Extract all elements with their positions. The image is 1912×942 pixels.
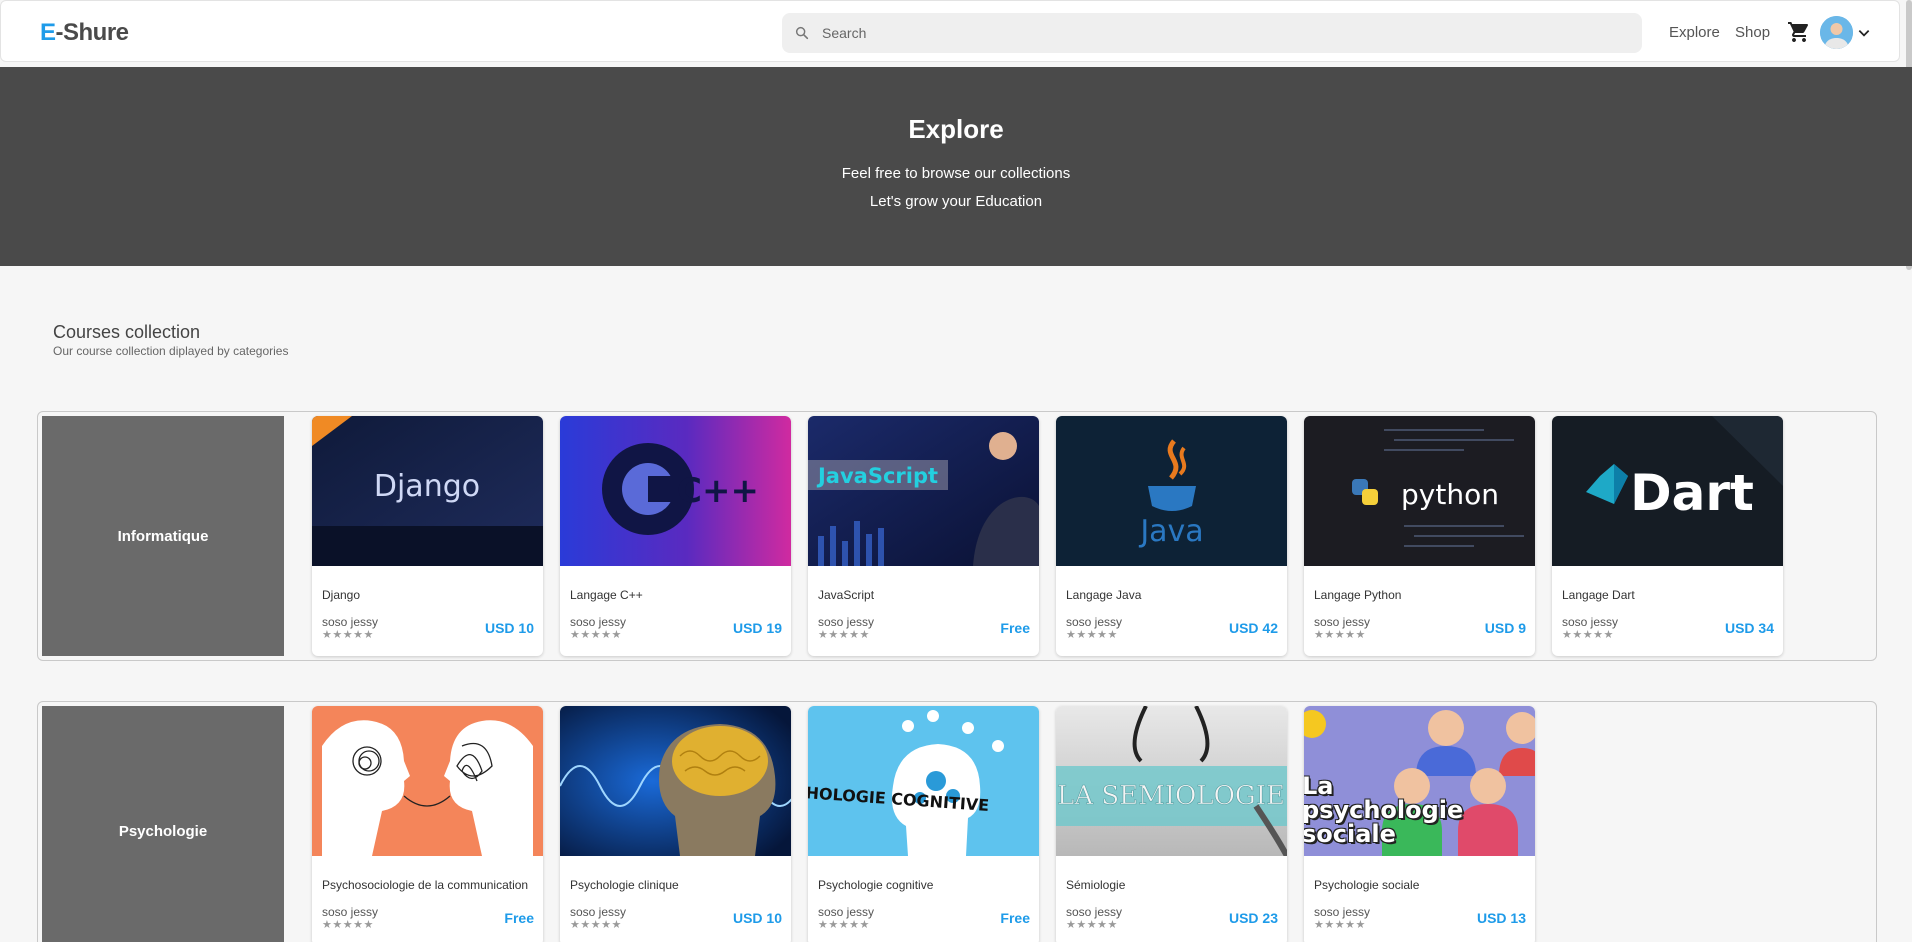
rating-stars: ★★★★★ — [1314, 629, 1366, 641]
course-title[interactable]: Langage Java — [1066, 588, 1141, 602]
course-title[interactable]: Psychosociologie de la communication — [322, 878, 528, 892]
rating-stars: ★★★★★ — [322, 629, 374, 641]
hero-subtitle-2: Let's grow your Education — [869, 193, 1043, 210]
rating-stars: ★★★★★ — [818, 919, 870, 931]
course-thumbnail: C++ — [560, 416, 791, 566]
course-price: USD 9 — [1484, 620, 1526, 636]
rating-stars: ★★★★★ — [322, 919, 374, 931]
thumb-text: JavaScript — [816, 464, 938, 488]
course-price: USD 42 — [1228, 620, 1278, 636]
course-author: soso jessy — [1314, 905, 1371, 919]
rating-stars: ★★★★★ — [1314, 919, 1366, 931]
course-title[interactable]: JavaScript — [818, 588, 874, 602]
course-author: soso jessy — [818, 615, 875, 629]
nav-shop-link[interactable]: Shop — [1735, 24, 1770, 41]
shopping-cart-icon[interactable] — [1787, 20, 1811, 44]
logo-accent: E — [40, 19, 56, 46]
rating-stars: ★★★★★ — [1066, 629, 1118, 641]
thumb-text: C++ — [677, 471, 759, 511]
hero-banner: Explore Feel free to browse our collecti… — [0, 67, 1912, 266]
thumb-text: Django — [374, 469, 480, 504]
rating-stars: ★★★★★ — [570, 919, 622, 931]
course-card[interactable]: python Langage Python soso jessy ★★★★★ U… — [1304, 416, 1535, 656]
category-row-psychologie: Psychologie Psychosociologie de la commu… — [37, 701, 1877, 942]
rating-stars: ★★★★★ — [1066, 919, 1118, 931]
thumb-text: Dart — [1630, 464, 1754, 522]
course-title[interactable]: Django — [322, 588, 360, 602]
course-price: USD 10 — [484, 620, 534, 636]
course-author: soso jessy — [1314, 615, 1371, 629]
course-price: Free — [1000, 910, 1030, 926]
course-thumbnail: python — [1304, 416, 1535, 566]
course-title[interactable]: Sémiologie — [1066, 878, 1125, 892]
course-card[interactable]: Django Django soso jessy ★★★★★ USD 10 — [312, 416, 543, 656]
search-icon — [795, 26, 809, 40]
hero-subtitle: Feel free to browse our collections — [841, 165, 1071, 182]
course-card[interactable]: LA SEMIOLOGIE Sémiologie soso jessy ★★★★… — [1056, 706, 1287, 942]
course-card[interactable]: Psychologie clinique soso jessy ★★★★★ US… — [560, 706, 791, 942]
course-price: USD 23 — [1228, 910, 1278, 926]
thumb-text: Java — [1138, 514, 1203, 549]
course-price: USD 34 — [1724, 620, 1774, 636]
category-row-informatique: Informatique Django Django soso jessy ★★… — [37, 411, 1877, 661]
course-thumbnail — [560, 706, 791, 856]
rating-stars: ★★★★★ — [570, 629, 622, 641]
course-card[interactable]: Dart Langage Dart soso jessy ★★★★★ USD 3… — [1552, 416, 1783, 656]
nav-explore-link[interactable]: Explore — [1669, 24, 1720, 41]
course-author: soso jessy — [1066, 905, 1123, 919]
rating-stars: ★★★★★ — [818, 629, 870, 641]
course-card[interactable]: LA PSYCHOLOGIE COGNITIVE Psychologie cog… — [808, 706, 1039, 942]
rating-stars: ★★★★★ — [1562, 629, 1614, 641]
course-card[interactable]: La psychologie sociale Psychologie socia… — [1304, 706, 1535, 942]
course-card[interactable]: C++ Langage C++ soso jessy ★★★★★ USD 19 — [560, 416, 791, 656]
course-card[interactable]: Psychosociologie de la communication sos… — [312, 706, 543, 942]
user-avatar-icon — [1820, 16, 1853, 49]
category-label[interactable]: Informatique — [42, 416, 284, 656]
thumb-text: LA SEMIOLOGIE — [1057, 781, 1285, 811]
chevron-down-icon[interactable] — [1857, 26, 1871, 40]
thumb-text: La psychologie sociale — [1304, 772, 1464, 848]
course-title[interactable]: Langage Python — [1314, 588, 1401, 602]
logo-text: -Shure — [55, 19, 130, 46]
course-thumbnail — [312, 706, 543, 856]
course-title[interactable]: Psychologie cognitive — [818, 878, 933, 892]
course-author: soso jessy — [570, 905, 627, 919]
course-price: USD 19 — [732, 620, 782, 636]
course-author: soso jessy — [322, 905, 379, 919]
course-thumbnail: Java — [1056, 416, 1287, 566]
course-title[interactable]: Langage C++ — [570, 588, 643, 602]
course-thumbnail: LA SEMIOLOGIE — [1056, 706, 1287, 856]
course-price: Free — [1000, 620, 1030, 636]
user-avatar[interactable] — [1820, 16, 1853, 49]
course-thumbnail: LA PSYCHOLOGIE COGNITIVE — [808, 706, 1039, 856]
course-author: soso jessy — [570, 615, 627, 629]
course-price: Free — [504, 910, 534, 926]
course-thumbnail: La psychologie sociale — [1304, 706, 1535, 856]
course-author: soso jessy — [1562, 615, 1619, 629]
section-subtitle: Our course collection diplayed by catego… — [53, 344, 289, 358]
thumb-text: python — [1401, 478, 1499, 511]
course-author: soso jessy — [322, 615, 379, 629]
course-card[interactable]: Java Langage Java soso jessy ★★★★★ USD 4… — [1056, 416, 1287, 656]
logo[interactable]: E-Shure — [40, 19, 129, 47]
top-navbar: E-Shure Explore Shop — [0, 0, 1900, 62]
hero-title: Explore — [908, 114, 1004, 144]
course-thumbnail: JavaScript — [808, 416, 1039, 566]
course-author: soso jessy — [1066, 615, 1123, 629]
course-thumbnail: Django — [312, 416, 543, 566]
section-title: Courses collection — [53, 322, 201, 342]
search-input[interactable] — [822, 13, 1622, 53]
search-bar[interactable] — [782, 13, 1642, 53]
course-author: soso jessy — [818, 905, 875, 919]
course-price: USD 10 — [732, 910, 782, 926]
course-thumbnail: Dart — [1552, 416, 1783, 566]
course-title[interactable]: Psychologie sociale — [1314, 878, 1419, 892]
course-card[interactable]: JavaScript JavaScript soso jessy ★★★★★ F… — [808, 416, 1039, 656]
course-price: USD 13 — [1476, 910, 1526, 926]
course-title[interactable]: Psychologie clinique — [570, 878, 679, 892]
course-title[interactable]: Langage Dart — [1562, 588, 1635, 602]
category-label[interactable]: Psychologie — [42, 706, 284, 942]
